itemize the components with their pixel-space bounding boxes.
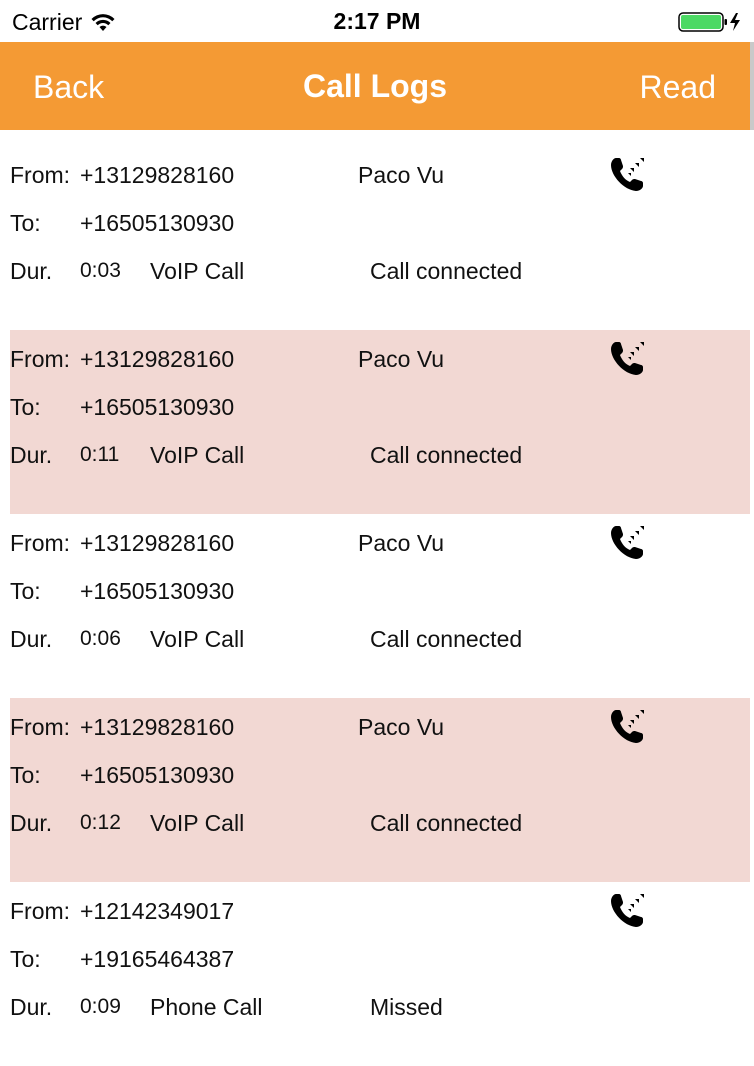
duration-label: Dur. [10, 626, 53, 652]
call-type: VoIP Call [150, 258, 245, 284]
caller-name: Paco Vu [358, 346, 445, 372]
duration-label: Dur. [10, 994, 53, 1020]
call-log-row[interactable]: From: +12142349017 To: +19165464387 Dur.… [10, 882, 750, 1066]
caller-name: Paco Vu [358, 162, 445, 188]
from-number: +13129828160 [80, 530, 235, 556]
call-log-row[interactable]: From: +13129828160 Paco Vu To: +16505130… [10, 330, 750, 514]
call-log-row[interactable]: From: +13129828160 Paco Vu To: +16505130… [10, 146, 750, 330]
read-button[interactable]: Read [640, 69, 717, 106]
call-log-row[interactable]: From: +13129828160 Paco Vu To: +16505130… [10, 514, 750, 698]
battery-charging-icon [678, 12, 740, 32]
from-label: From: [10, 530, 71, 556]
call-status: Missed [370, 994, 443, 1020]
to-label: To: [10, 762, 41, 788]
navigation-bar: Back Call Logs Read [0, 42, 754, 130]
caller-name: Paco Vu [358, 530, 445, 556]
from-number: +13129828160 [80, 162, 235, 188]
to-number: +19165464387 [80, 946, 235, 972]
to-label: To: [10, 210, 41, 236]
status-bar: Carrier 2:17 PM [0, 0, 754, 42]
incoming-call-icon [611, 526, 644, 559]
from-label: From: [10, 346, 71, 372]
duration-value: 0:03 [80, 259, 121, 282]
from-label: From: [10, 162, 71, 188]
duration-label: Dur. [10, 442, 53, 468]
from-label: From: [10, 898, 71, 924]
incoming-call-icon [611, 342, 644, 375]
call-type: VoIP Call [150, 810, 245, 836]
from-label: From: [10, 714, 71, 740]
to-label: To: [10, 578, 41, 604]
to-label: To: [10, 394, 41, 420]
to-number: +16505130930 [80, 578, 235, 604]
call-status: Call connected [370, 442, 523, 468]
to-number: +16505130930 [80, 394, 235, 420]
duration-label: Dur. [10, 810, 53, 836]
duration-value: 0:09 [80, 995, 121, 1018]
call-status: Call connected [370, 810, 523, 836]
page-title: Call Logs [302, 68, 447, 104]
call-status: Call connected [370, 258, 523, 284]
caller-name: Paco Vu [358, 714, 445, 740]
duration-label: Dur. [10, 258, 53, 284]
duration-value: 0:12 [80, 811, 121, 834]
from-number: +12142349017 [80, 898, 235, 924]
call-log-list: From: +13129828160 Paco Vu To: +16505130… [0, 146, 754, 1066]
duration-value: 0:11 [80, 443, 120, 466]
to-number: +16505130930 [80, 210, 235, 236]
to-label: To: [10, 946, 41, 972]
incoming-call-icon [611, 710, 644, 743]
to-number: +16505130930 [80, 762, 235, 788]
call-status: Call connected [370, 626, 523, 652]
call-log-row[interactable]: From: +13129828160 Paco Vu To: +16505130… [10, 698, 750, 882]
call-type: Phone Call [150, 994, 263, 1020]
from-number: +13129828160 [80, 346, 235, 372]
incoming-call-icon [611, 158, 644, 191]
call-type: VoIP Call [150, 442, 245, 468]
incoming-call-icon [611, 894, 644, 927]
status-time: 2:17 PM [333, 8, 421, 34]
duration-value: 0:06 [80, 627, 121, 650]
from-number: +13129828160 [80, 714, 235, 740]
call-type: VoIP Call [150, 626, 245, 652]
